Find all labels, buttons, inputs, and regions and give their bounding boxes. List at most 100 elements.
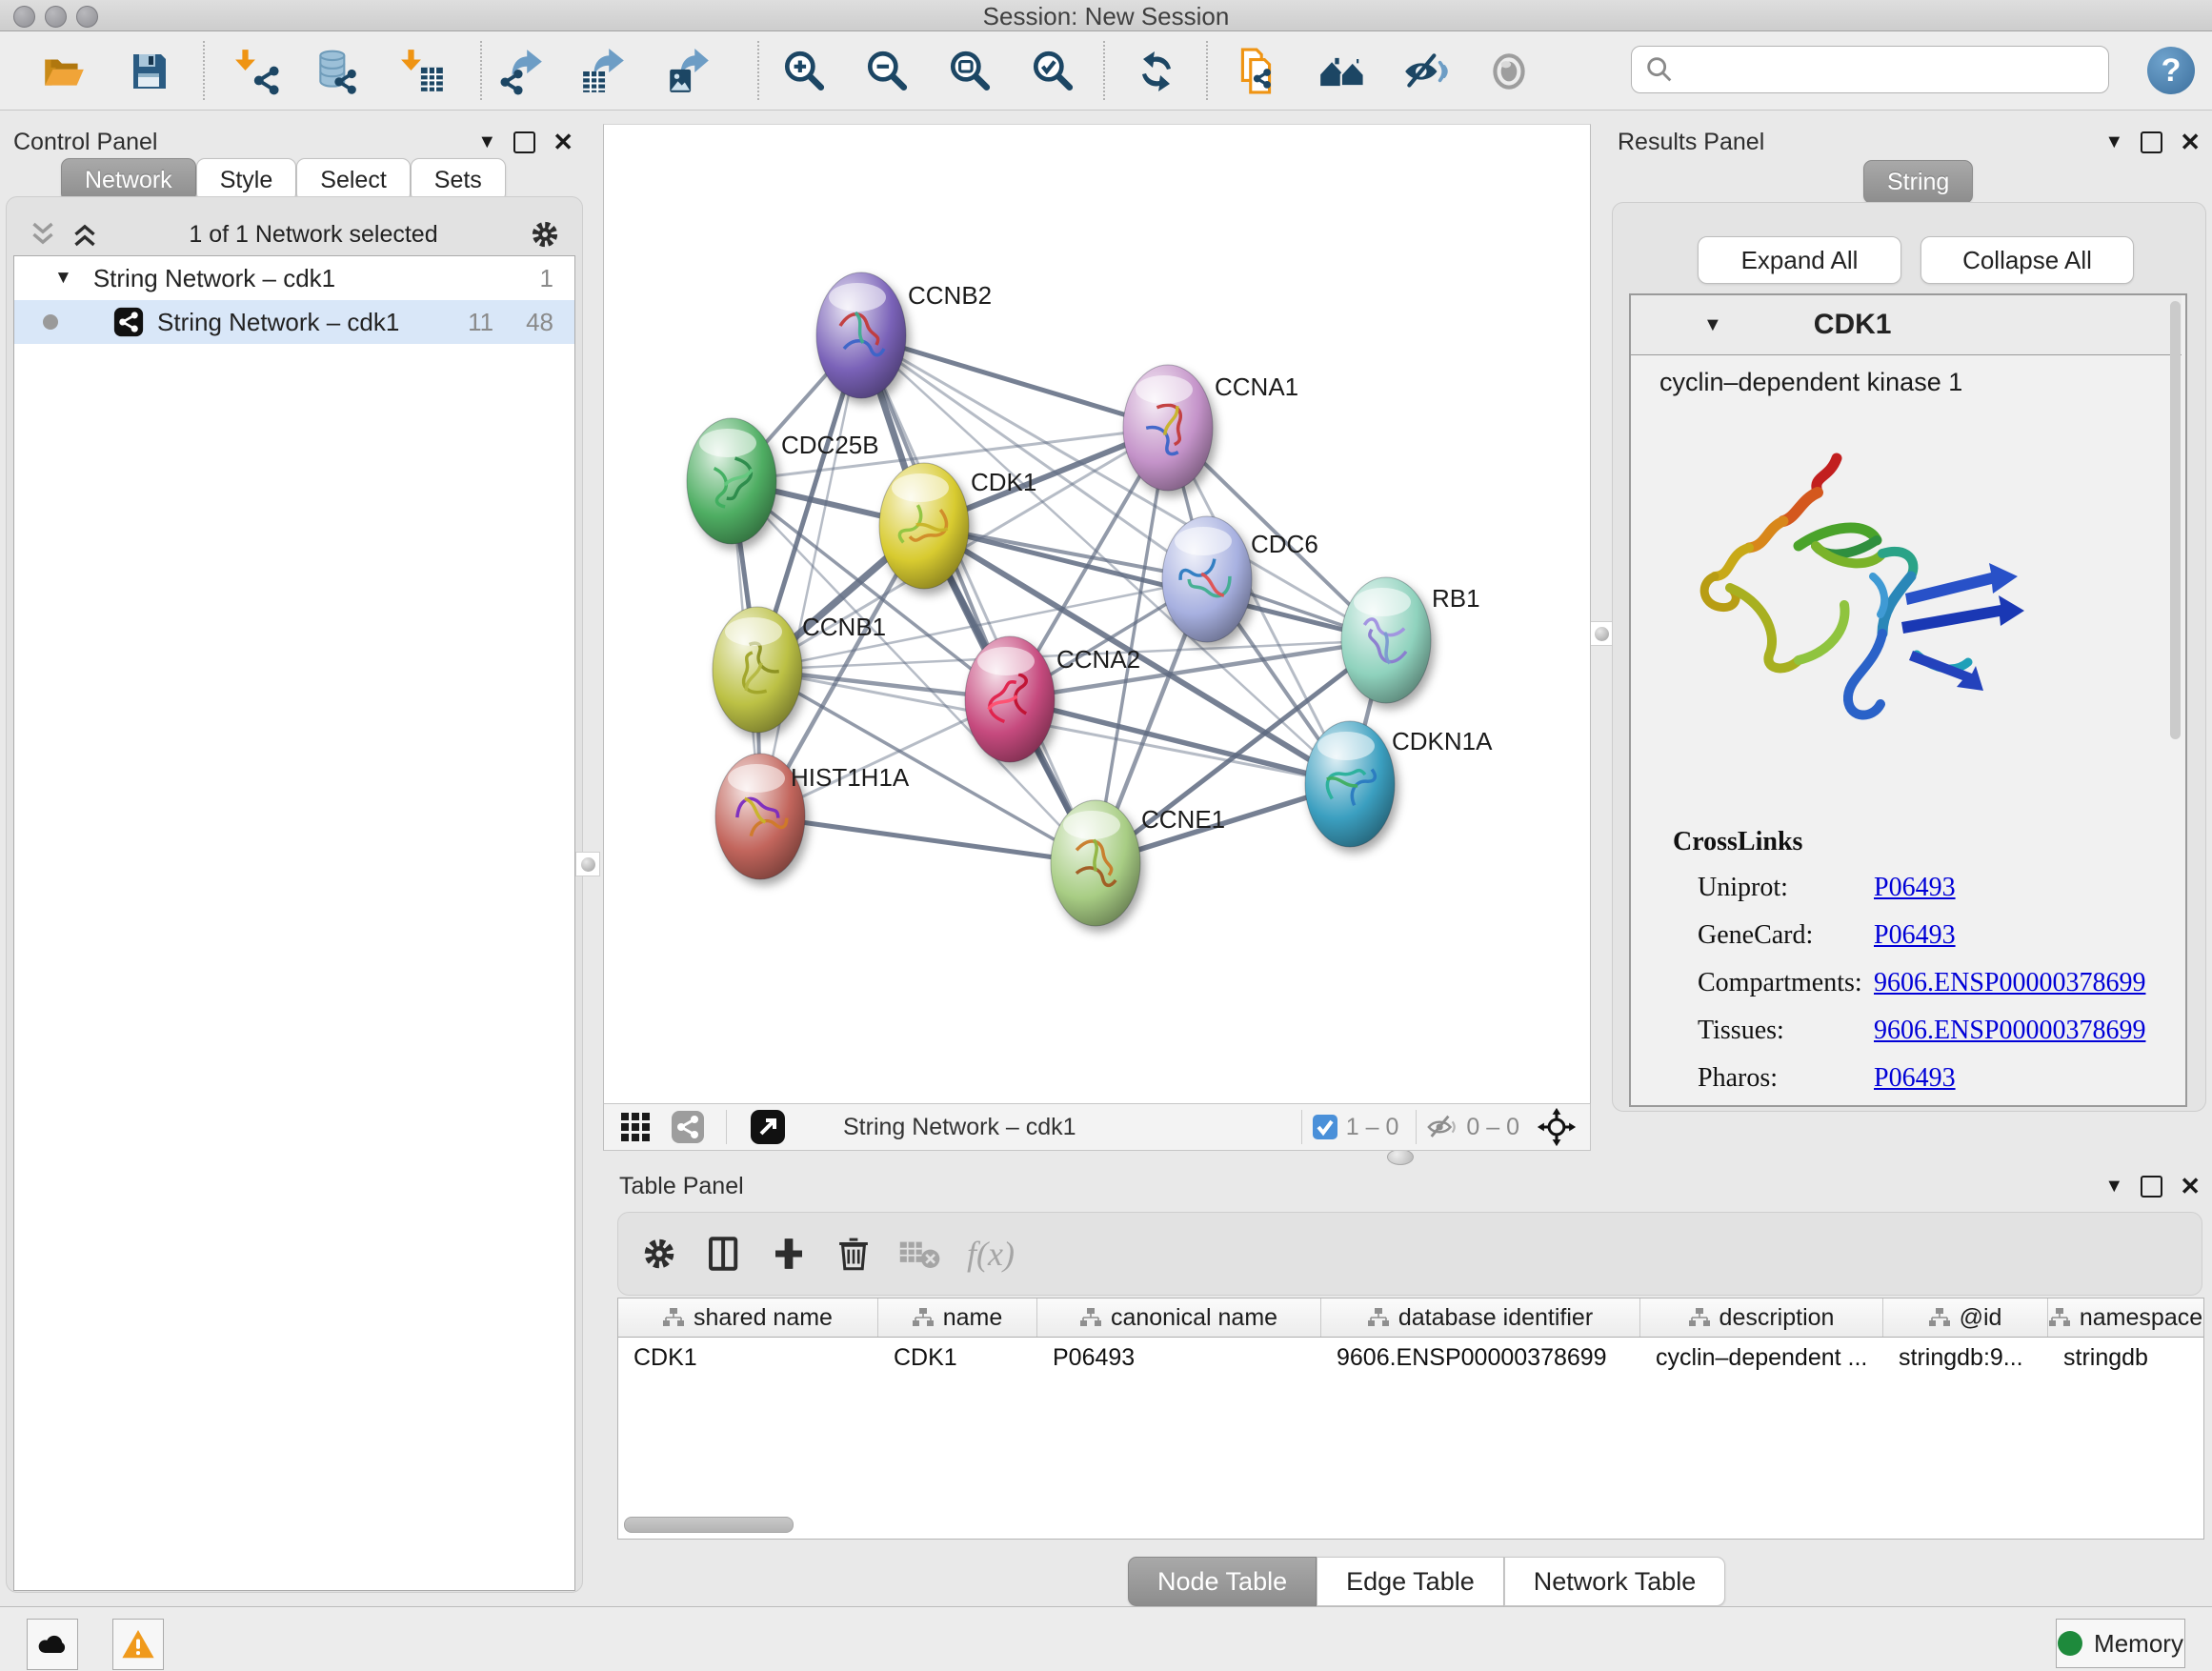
column-type-icon (1689, 1308, 1710, 1327)
tab-edge-table[interactable]: Edge Table (1317, 1557, 1504, 1606)
cloud-status-button[interactable] (27, 1619, 78, 1670)
network-node-ccnb2[interactable] (816, 272, 906, 398)
import-network-file-button[interactable] (231, 45, 284, 98)
toolbar-separator (1206, 41, 1208, 100)
create-column-plus-icon[interactable] (769, 1234, 809, 1274)
crosslink-link[interactable]: P06493 (1874, 873, 1956, 903)
question-mark-icon: ? (2162, 52, 2182, 90)
table-panel-title: Table Panel (619, 1173, 744, 1200)
crosslink-link[interactable]: 9606.ENSP00000378699 (1874, 968, 2145, 998)
panel-menu-icon[interactable]: ▼ (477, 131, 496, 153)
grid-view-icon[interactable] (619, 1111, 652, 1143)
close-panel-icon[interactable]: ✕ (553, 133, 573, 151)
close-panel-icon[interactable]: ✕ (2180, 1178, 2201, 1196)
network-graph[interactable]: CCNB2CCNA1CDC25BCDK1CDC6RB1CCNB1CCNA2CDK… (604, 125, 1590, 1104)
detach-view-icon[interactable] (750, 1109, 786, 1145)
function-builder-fx: f(x) (967, 1234, 1015, 1274)
export-image-button[interactable] (662, 45, 715, 98)
network-edge[interactable] (760, 335, 861, 816)
tab-node-table[interactable]: Node Table (1128, 1557, 1317, 1606)
birds-eye-icon[interactable] (1537, 1107, 1577, 1147)
network-canvas[interactable]: CCNB2CCNA1CDC25BCDK1CDC6RB1CCNB1CCNA2CDK… (603, 124, 1591, 1104)
table-row[interactable]: CDK1 CDK1 P06493 9606.ENSP00000378699 cy… (618, 1338, 2203, 1378)
network-view-icon[interactable] (671, 1110, 705, 1144)
column-header[interactable]: shared name (618, 1299, 878, 1337)
column-header[interactable]: namespace (2048, 1299, 2203, 1337)
export-table-button[interactable] (577, 45, 631, 98)
collapse-triangle-icon[interactable]: ▼ (1703, 314, 1722, 336)
gene-card-header[interactable]: ▼ CDK1 (1631, 295, 2182, 355)
network-node-cdc6[interactable] (1162, 516, 1252, 642)
zoom-selected-button[interactable] (1026, 45, 1079, 98)
save-icon (126, 49, 171, 94)
results-panel-title: Results Panel (1618, 129, 1764, 156)
warnings-button[interactable] (112, 1619, 164, 1670)
search-icon (1643, 53, 1676, 86)
network-edge[interactable] (760, 816, 1096, 863)
zoom-fit-button[interactable] (943, 45, 996, 98)
help-button[interactable]: ? (2147, 47, 2195, 94)
first-neighbors-button[interactable] (1317, 45, 1370, 98)
clone-network-button[interactable] (1230, 45, 1283, 98)
expand-all-icon[interactable] (70, 220, 99, 249)
network-node-cdk1[interactable] (879, 463, 969, 589)
float-panel-icon[interactable] (513, 131, 535, 153)
gear-icon[interactable] (528, 217, 562, 252)
network-node-rb1[interactable] (1341, 577, 1431, 703)
eye-slash-icon (1401, 48, 1449, 95)
table-horizontal-scrollbar[interactable] (624, 1517, 794, 1533)
collapse-all-button[interactable]: Collapse All (1920, 236, 2134, 284)
network-row-selected[interactable]: String Network – cdk1 11 48 (14, 300, 574, 344)
network-node-ccna1[interactable] (1123, 365, 1213, 491)
network-collection-row[interactable]: ▼ String Network – cdk1 1 (14, 256, 574, 300)
houses-icon (1318, 47, 1368, 96)
zoom-in-button[interactable] (777, 45, 831, 98)
network-node-cdc25b[interactable] (687, 418, 776, 544)
left-splitter-handle[interactable] (575, 852, 600, 876)
hide-selected-button[interactable] (1398, 45, 1452, 98)
network-node-ccne1[interactable] (1051, 800, 1140, 926)
search-field (1631, 46, 2109, 93)
crosslink-label: Pharos: (1698, 1063, 1874, 1094)
save-session-button[interactable] (122, 45, 175, 98)
delete-column-trash-icon[interactable] (834, 1234, 874, 1274)
network-node-ccnb1[interactable] (713, 607, 802, 733)
import-table-file-button[interactable] (396, 45, 450, 98)
horizontal-splitter-handle[interactable] (1387, 1149, 1414, 1165)
show-columns-icon[interactable] (704, 1234, 744, 1274)
collapse-triangle-icon[interactable]: ▼ (54, 268, 72, 289)
crosslink-link[interactable]: 9606.ENSP00000378699 (1874, 1016, 2145, 1046)
column-header[interactable]: canonical name (1037, 1299, 1321, 1337)
tab-network-table[interactable]: Network Table (1504, 1557, 1726, 1606)
column-header[interactable]: @id (1883, 1299, 2048, 1337)
column-header[interactable]: description (1640, 1299, 1883, 1337)
float-panel-icon[interactable] (2141, 131, 2162, 153)
memory-button[interactable]: Memory (2056, 1619, 2185, 1668)
show-all-button[interactable] (1482, 45, 1536, 98)
crosslink-link[interactable]: P06493 (1874, 1063, 1956, 1094)
apply-layout-button[interactable] (1130, 45, 1183, 98)
close-panel-icon[interactable]: ✕ (2180, 133, 2201, 151)
selected-checkbox-icon[interactable] (1312, 1114, 1338, 1140)
import-network-database-button[interactable] (310, 45, 363, 98)
collapse-all-icon[interactable] (29, 220, 57, 249)
search-input[interactable] (1683, 50, 2108, 90)
network-edge[interactable] (861, 335, 1168, 428)
right-splitter-handle[interactable] (1589, 621, 1614, 646)
results-scrollbar[interactable] (2170, 301, 2181, 739)
column-header[interactable]: database identifier (1321, 1299, 1640, 1337)
column-header[interactable]: name (878, 1299, 1037, 1337)
panel-menu-icon[interactable]: ▼ (2104, 131, 2123, 153)
crosslink-link[interactable]: P06493 (1874, 920, 1956, 951)
zoom-out-button[interactable] (860, 45, 914, 98)
network-node-cdkn1a[interactable] (1305, 721, 1395, 847)
tab-string[interactable]: String (1863, 160, 1973, 204)
node-count: 11 (468, 308, 493, 337)
open-session-button[interactable] (37, 45, 90, 98)
network-node-ccna2[interactable] (965, 636, 1055, 762)
export-network-button[interactable] (495, 45, 549, 98)
table-settings-gear-icon[interactable] (639, 1234, 679, 1274)
expand-all-button[interactable]: Expand All (1698, 236, 1901, 284)
float-panel-icon[interactable] (2141, 1176, 2162, 1198)
panel-menu-icon[interactable]: ▼ (2104, 1176, 2123, 1198)
